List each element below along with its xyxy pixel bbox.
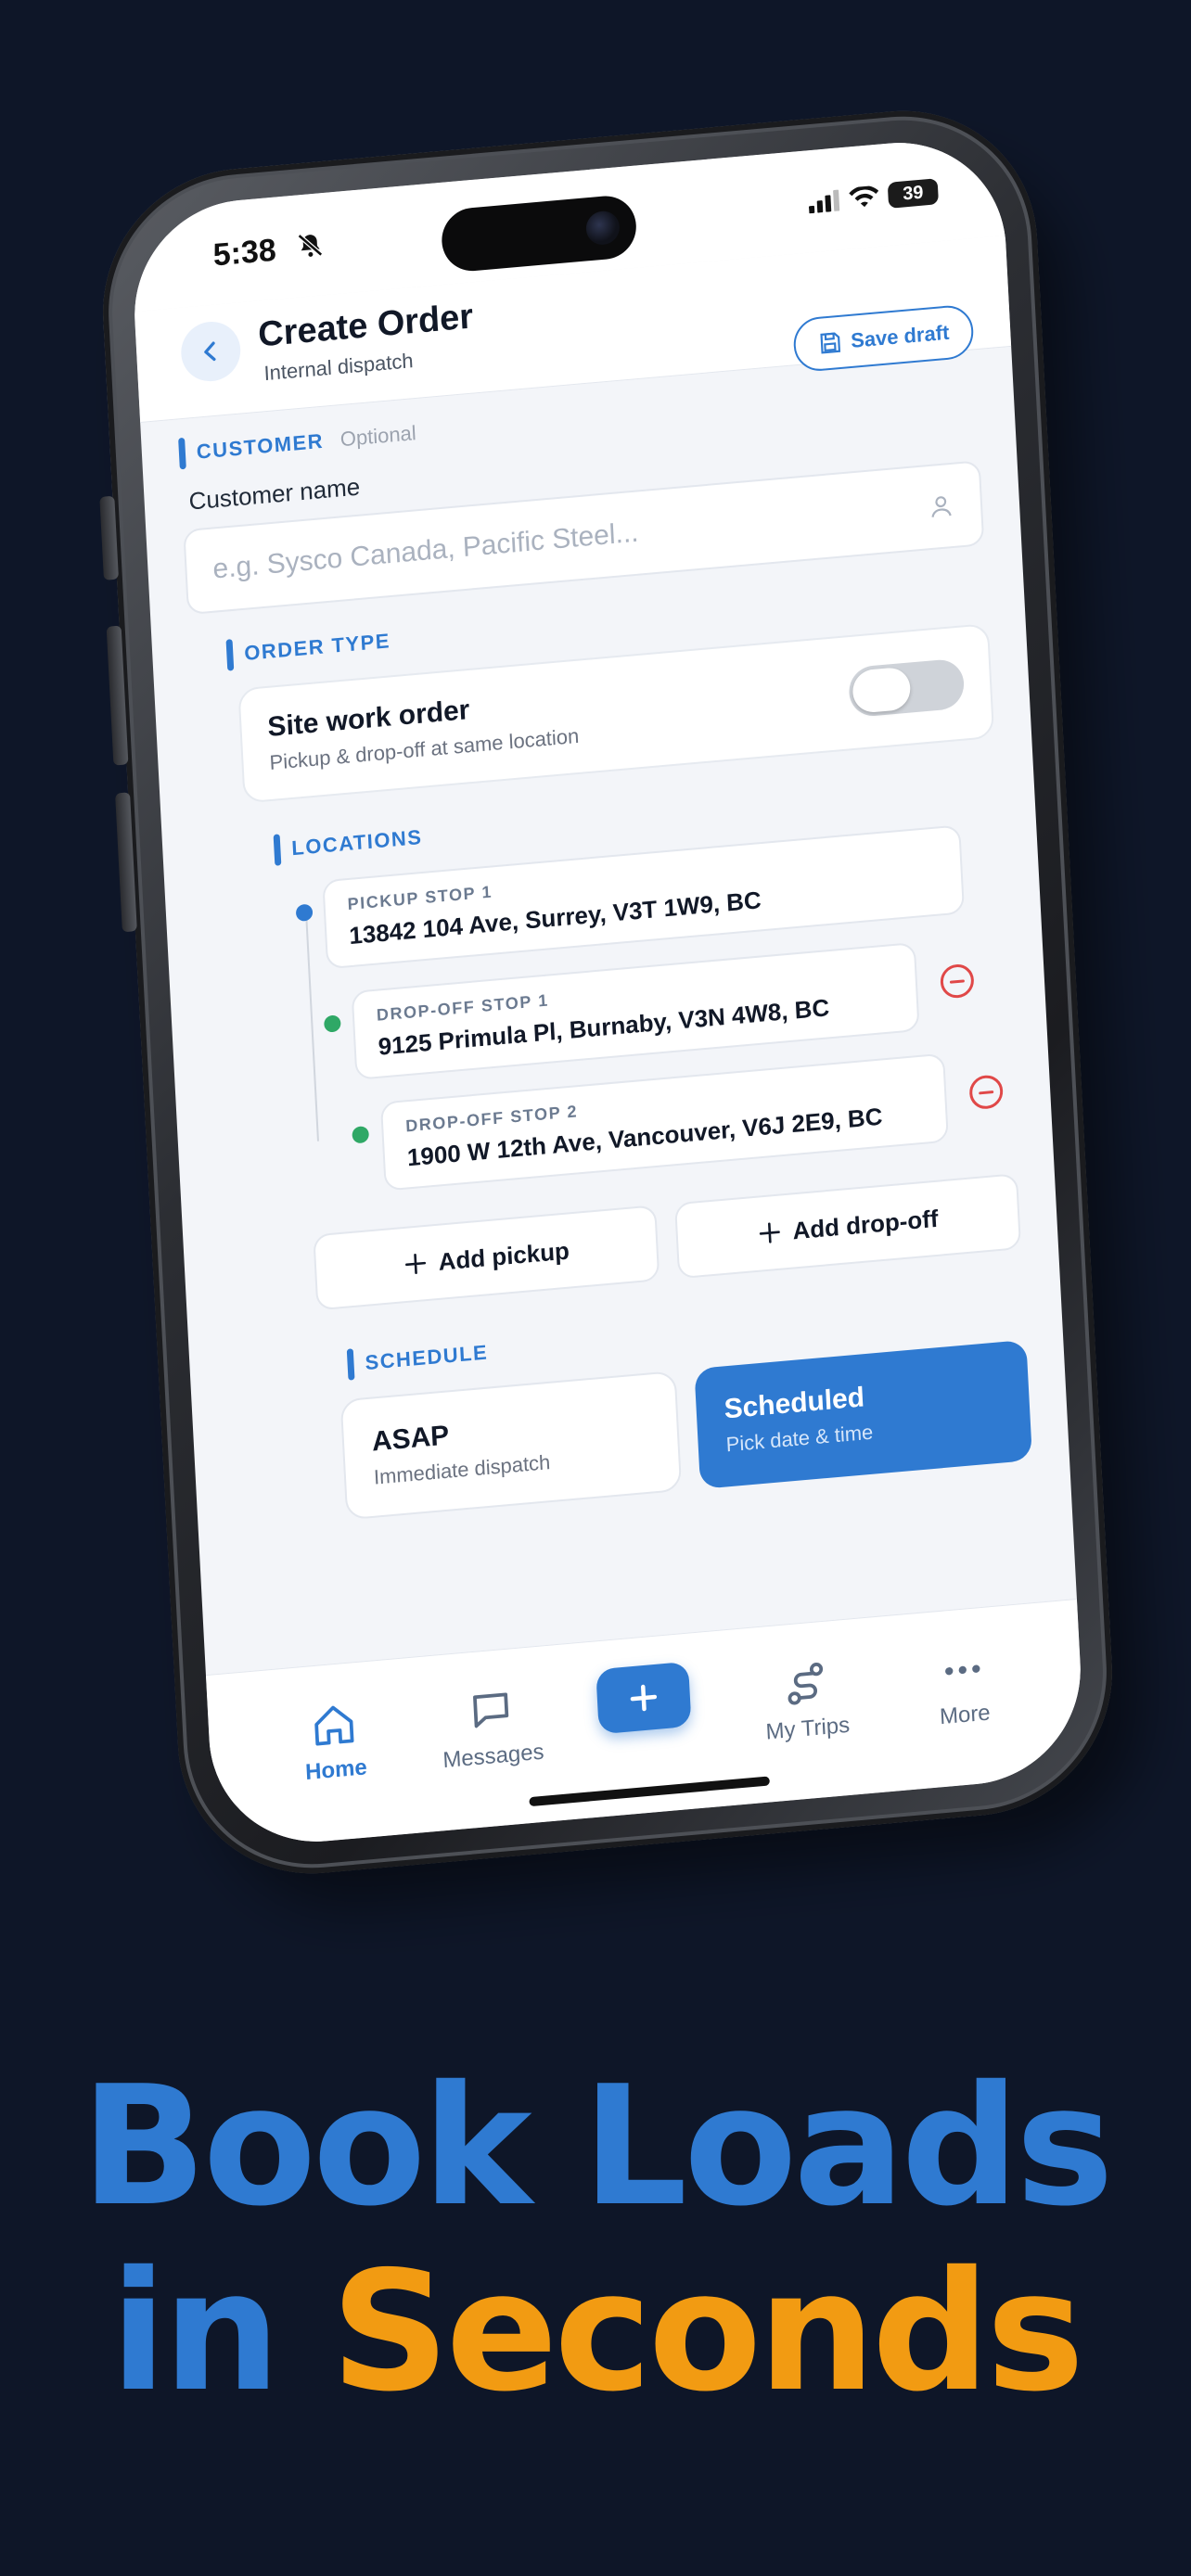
tab-more[interactable]: More — [892, 1640, 1035, 1734]
tab-home-label: Home — [304, 1754, 368, 1786]
order-form: CUSTOMER Optional Customer name ORDER TY… — [178, 368, 1033, 1530]
minus-icon — [949, 978, 965, 984]
headline-line-2: in Seconds — [0, 2239, 1191, 2425]
status-time: 5:38 — [211, 232, 277, 274]
remove-stop-button[interactable] — [940, 963, 975, 1000]
tab-my-trips-label: My Trips — [764, 1712, 851, 1745]
dropoff-dot-icon — [323, 1014, 341, 1033]
app-screen: 5:38 39 Create Order Internal dispatch S… — [129, 134, 1086, 1851]
tab-home[interactable]: Home — [263, 1696, 406, 1790]
section-accent-bar — [178, 437, 186, 470]
tab-more-label: More — [939, 1700, 992, 1730]
stop-card[interactable]: DROP-OFF STOP 2 1900 W 12th Ave, Vancouv… — [379, 1052, 949, 1192]
optional-tag: Optional — [339, 421, 417, 452]
section-accent-bar — [225, 639, 235, 671]
status-icons: 39 — [808, 178, 940, 215]
add-pickup-button[interactable]: Add pickup — [313, 1205, 660, 1311]
tab-my-trips[interactable]: My Trips — [735, 1654, 877, 1748]
customer-name-input[interactable] — [211, 491, 929, 586]
marketing-headline: Book Loads in Seconds — [0, 2054, 1191, 2425]
create-order-fab[interactable] — [596, 1661, 692, 1735]
save-draft-button[interactable]: Save draft — [791, 303, 975, 374]
tab-messages[interactable]: Messages — [420, 1682, 563, 1776]
order-type-section-title: ORDER TYPE — [243, 629, 391, 665]
phone-mockup: 5:38 39 Create Order Internal dispatch S… — [96, 99, 1149, 1919]
person-icon — [931, 496, 952, 517]
stop-card[interactable]: DROP-OFF STOP 1 9125 Primula Pl, Burnaby… — [351, 941, 920, 1080]
schedule-asap-option[interactable]: ASAP Immediate dispatch — [339, 1370, 683, 1521]
toggle-knob — [852, 666, 912, 714]
dynamic-island — [440, 193, 638, 274]
stops-list: PICKUP STOP 1 13842 104 Ave, Surrey, V3T… — [202, 822, 1016, 1206]
site-work-order-toggle[interactable] — [848, 657, 966, 719]
headline-word-in: in — [109, 2236, 281, 2428]
locations-section-title: LOCATIONS — [290, 824, 424, 861]
save-draft-label: Save draft — [850, 320, 950, 352]
plus-icon — [630, 1684, 658, 1712]
message-icon — [473, 1692, 509, 1728]
schedule-scheduled-option[interactable]: Scheduled Pick date & time — [694, 1339, 1033, 1489]
section-accent-bar — [346, 1348, 355, 1381]
schedule-section-title: SCHEDULE — [364, 1340, 489, 1375]
section-accent-bar — [273, 834, 282, 866]
home-indicator — [529, 1776, 771, 1807]
tab-messages-label: Messages — [442, 1739, 545, 1774]
more-icon — [945, 1664, 980, 1676]
page-title: Create Order — [257, 297, 475, 355]
back-button[interactable] — [179, 319, 242, 384]
save-icon — [820, 332, 840, 354]
add-dropoff-button[interactable]: Add drop-off — [674, 1173, 1022, 1280]
add-pickup-label: Add pickup — [437, 1236, 570, 1276]
plus-icon — [404, 1253, 426, 1275]
home-icon — [314, 1705, 354, 1746]
dropoff-dot-icon — [352, 1125, 370, 1144]
route-icon — [788, 1663, 824, 1705]
pickup-dot-icon — [295, 903, 314, 923]
chevron-left-icon — [204, 341, 216, 362]
wifi-icon — [849, 185, 879, 208]
headline-word-seconds: Seconds — [330, 2236, 1084, 2428]
headline-line-1: Book Loads — [81, 2050, 1114, 2242]
signal-icon — [808, 189, 840, 214]
battery-icon: 39 — [887, 178, 940, 209]
customer-section-title: CUSTOMER — [196, 428, 325, 464]
page-subtitle: Internal dispatch — [263, 349, 415, 386]
minus-icon — [979, 1090, 994, 1094]
site-work-order-row: Site work order Pickup & drop-off at sam… — [267, 651, 966, 774]
bell-off-icon — [297, 234, 323, 257]
remove-stop-button[interactable] — [968, 1074, 1005, 1111]
plus-icon — [759, 1222, 780, 1243]
add-dropoff-label: Add drop-off — [791, 1204, 940, 1244]
camera-icon — [584, 210, 621, 247]
